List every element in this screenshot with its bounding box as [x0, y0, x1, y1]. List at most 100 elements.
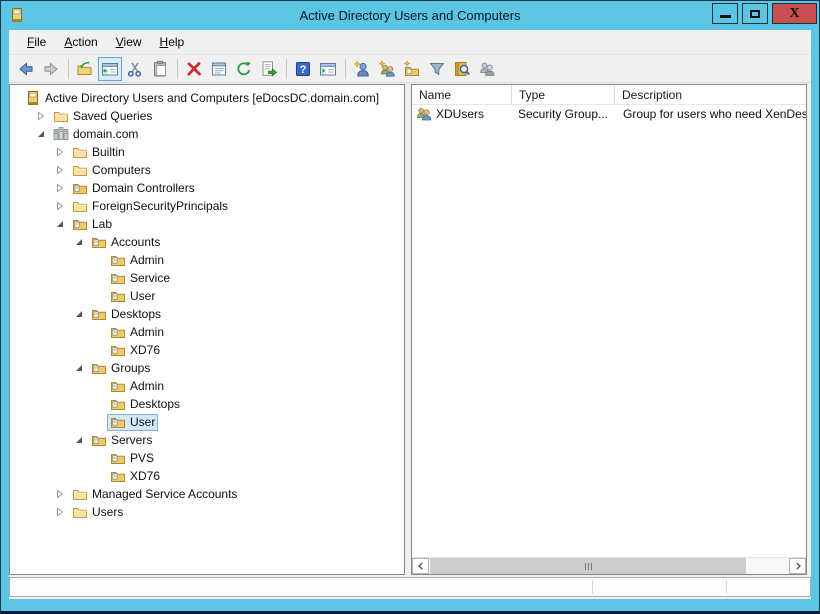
scrollbar-thumb[interactable] [430, 558, 746, 574]
paste-icon [151, 60, 169, 78]
delete-icon [185, 60, 203, 78]
tree-item[interactable]: Domain Controllers [10, 179, 404, 197]
forward-button[interactable] [39, 57, 63, 81]
console-window-icon[interactable] [9, 7, 25, 23]
expand-icon[interactable] [51, 503, 69, 521]
two-users-button[interactable] [475, 57, 499, 81]
tree-item[interactable]: XD76 [10, 467, 404, 485]
tree-item[interactable]: Users [10, 503, 404, 521]
menu-view[interactable]: View [107, 32, 151, 52]
tree-item-label: Computers [92, 163, 151, 177]
tree-item[interactable]: User [10, 413, 404, 431]
find-button[interactable] [450, 57, 474, 81]
tree-item-label: Groups [111, 361, 151, 375]
window-title: Active Directory Users and Computers [299, 8, 521, 23]
new-group-button[interactable] [375, 57, 399, 81]
refresh-button[interactable] [232, 57, 256, 81]
close-button[interactable]: X [772, 3, 817, 24]
tree-item-label: Admin [130, 325, 165, 339]
collapse-icon[interactable] [70, 233, 88, 251]
tree-item-label: Lab [92, 217, 113, 231]
collapse-icon[interactable] [32, 125, 50, 143]
properties-button[interactable] [207, 57, 231, 81]
expand-icon[interactable] [51, 161, 69, 179]
help-button[interactable]: ? [291, 57, 315, 81]
tree-item[interactable]: domain.com [10, 125, 404, 143]
collapse-icon[interactable] [70, 431, 88, 449]
horizontal-scrollbar[interactable] [412, 557, 806, 574]
tree-item[interactable]: Builtin [10, 143, 404, 161]
new-ou-button[interactable] [400, 57, 424, 81]
title-bar: Active Directory Users and Computers X [1, 1, 819, 30]
menu-file[interactable]: File [18, 32, 55, 52]
filter-button[interactable] [425, 57, 449, 81]
tree-item[interactable]: ForeignSecurityPrincipals [10, 197, 404, 215]
tree-item[interactable]: Admin [10, 323, 404, 341]
ou-icon [72, 180, 88, 196]
column-header-description[interactable]: Description [615, 85, 806, 104]
minimize-button[interactable] [712, 3, 738, 24]
tree-item[interactable]: Desktops [10, 305, 404, 323]
folder-icon [72, 144, 88, 160]
ou-icon [110, 270, 126, 286]
tree-item[interactable]: Accounts [10, 233, 404, 251]
scroll-left-button[interactable] [412, 558, 429, 574]
tree-item-label: XD76 [130, 469, 161, 483]
tree-item[interactable]: Lab [10, 215, 404, 233]
folder-icon [53, 108, 69, 124]
expand-icon[interactable] [51, 143, 69, 161]
tree-item[interactable]: Managed Service Accounts [10, 485, 404, 503]
tree-item-label: User [130, 415, 156, 429]
menu-help[interactable]: Help [151, 32, 194, 52]
collapse-icon[interactable] [70, 305, 88, 323]
refresh-icon [235, 60, 253, 78]
collapse-icon[interactable] [51, 215, 69, 233]
tree-item[interactable]: Saved Queries [10, 107, 404, 125]
ou-icon [110, 396, 126, 412]
tree-item-label: PVS [130, 451, 155, 465]
collapse-icon[interactable] [70, 359, 88, 377]
delete-button[interactable] [182, 57, 206, 81]
tree-item[interactable]: PVS [10, 449, 404, 467]
filter-icon [428, 60, 446, 78]
tree-item[interactable]: Service [10, 269, 404, 287]
tree-item-label: Managed Service Accounts [92, 487, 238, 501]
console-tree-pane: Active Directory Users and Computers [eD… [9, 84, 405, 575]
tree-item-label: domain.com [73, 127, 139, 141]
tree-item[interactable]: Groups [10, 359, 404, 377]
scroll-right-button[interactable] [789, 558, 806, 574]
expand-icon[interactable] [51, 197, 69, 215]
tree-item[interactable]: Active Directory Users and Computers [eD… [10, 89, 404, 107]
expand-icon[interactable] [51, 179, 69, 197]
tree-item[interactable]: Servers [10, 431, 404, 449]
tree-item[interactable]: User [10, 287, 404, 305]
maximize-button[interactable] [742, 3, 768, 24]
action-pane-button[interactable] [316, 57, 340, 81]
expand-icon[interactable] [51, 485, 69, 503]
export-list-button[interactable] [257, 57, 281, 81]
list-row[interactable]: XDUsers Security Group... Group for users … [412, 105, 806, 123]
expand-icon[interactable] [32, 107, 50, 125]
back-button[interactable] [14, 57, 38, 81]
menu-action[interactable]: Action [55, 32, 106, 52]
tree-item[interactable]: Admin [10, 377, 404, 395]
tree-item[interactable]: XD76 [10, 341, 404, 359]
console-tree-button[interactable] [98, 56, 122, 81]
tree-item[interactable]: Desktops [10, 395, 404, 413]
tree-item[interactable]: Computers [10, 161, 404, 179]
column-header-type[interactable]: Type [512, 85, 615, 104]
column-header-name[interactable]: Name [412, 85, 512, 104]
tree-item[interactable]: Admin [10, 251, 404, 269]
ou-icon [110, 450, 126, 466]
row-description: Group for users who need XenDeskt [623, 107, 806, 121]
cut-button[interactable] [123, 57, 147, 81]
paste-button[interactable] [148, 57, 172, 81]
tree-item-label: Admin [130, 253, 165, 267]
new-user-button[interactable] [350, 57, 374, 81]
up-level-button[interactable] [73, 57, 97, 81]
